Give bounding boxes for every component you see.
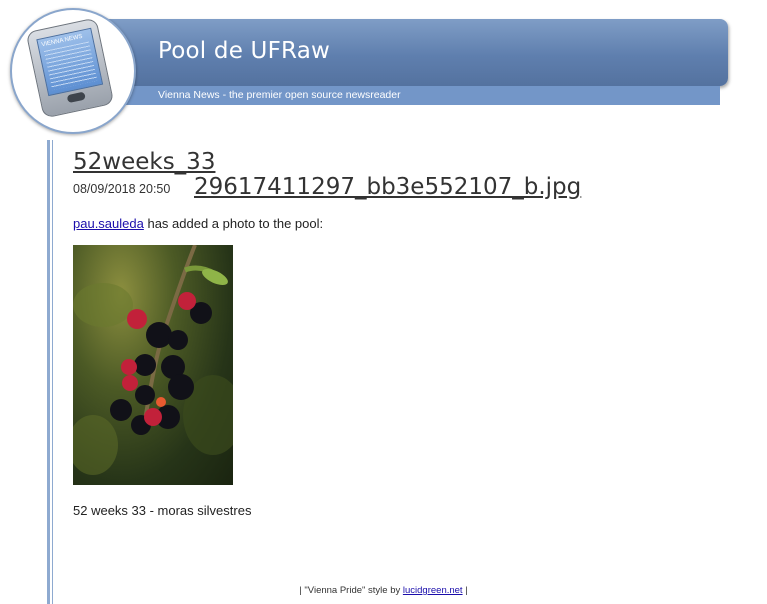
footer-suffix: | xyxy=(465,585,468,596)
footer: | "Vienna Pride" style by lucidgreen.net… xyxy=(0,585,767,596)
footer-prefix: | "Vienna Pride" style by xyxy=(299,585,401,596)
vienna-logo: VIENNA NEWS xyxy=(10,8,136,134)
pool-photo[interactable] xyxy=(73,245,233,485)
blackberries-image xyxy=(73,245,233,475)
photo-caption: 52 weeks 33 - moras silvestres xyxy=(73,503,252,518)
tablet-screen: VIENNA NEWS xyxy=(36,27,104,97)
left-rail-thin xyxy=(52,140,53,604)
tablet-icon: VIENNA NEWS xyxy=(25,17,115,119)
tagline: Vienna News - the premier open source ne… xyxy=(158,89,401,101)
author-link[interactable]: pau.sauleda xyxy=(73,216,144,231)
text-lines xyxy=(43,41,98,91)
file-name-link[interactable]: 29617411297_bb3e552107_b.jpg xyxy=(194,174,581,200)
post-date: 08/09/2018 20:50 xyxy=(73,182,171,196)
added-line: pau.sauleda has added a photo to the poo… xyxy=(73,216,323,231)
footer-link[interactable]: lucidgreen.net xyxy=(403,585,463,596)
left-rail xyxy=(47,140,50,604)
tablet-button xyxy=(66,91,86,104)
added-text: has added a photo to the pool: xyxy=(147,216,324,231)
page-title: Pool de UFRaw xyxy=(158,38,331,64)
post-title-link[interactable]: 52weeks_33 xyxy=(73,149,215,175)
